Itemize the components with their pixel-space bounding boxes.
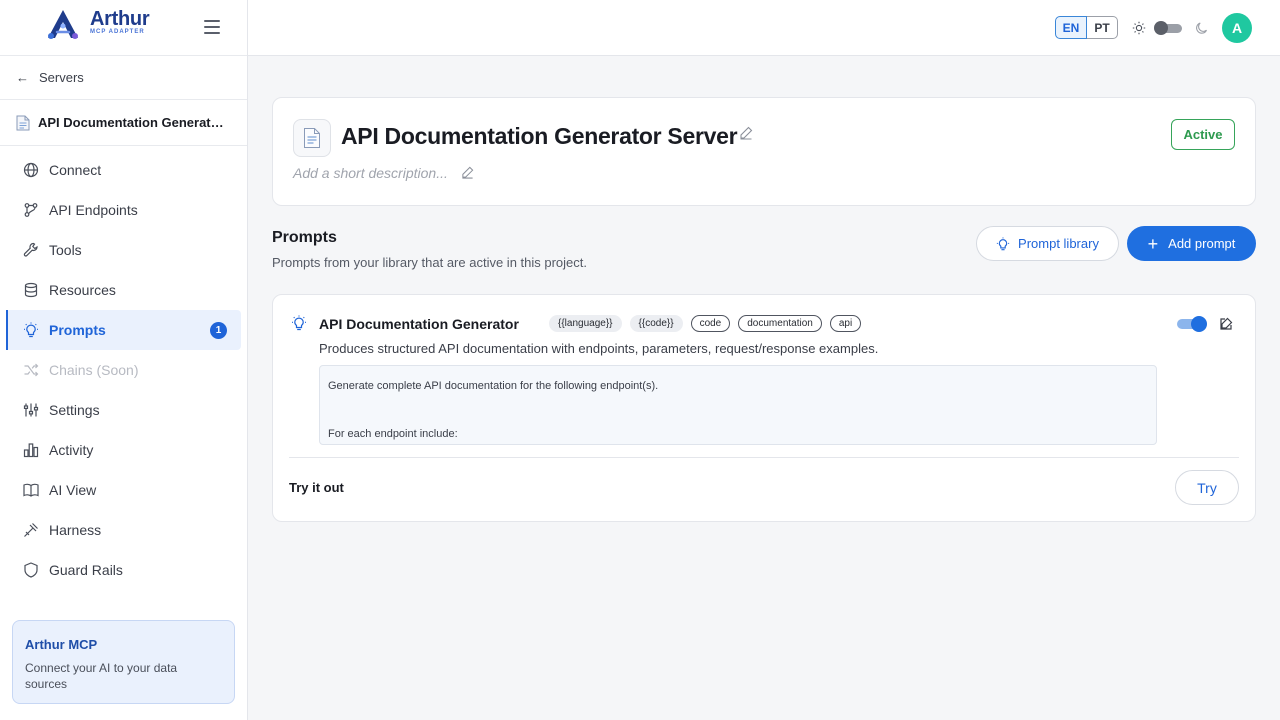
sun-icon <box>1132 21 1146 35</box>
theme-toggle[interactable] <box>1154 21 1184 35</box>
try-it-out-label: Try it out <box>289 480 344 495</box>
current-server: API Documentation Generator Server <box>0 100 247 146</box>
sidebar-item-ai-view[interactable]: AI View <box>6 470 241 510</box>
lang-pt-button[interactable]: PT <box>1087 16 1118 39</box>
prompts-section-title: Prompts <box>272 229 337 246</box>
template-line: For each endpoint include: <box>328 428 458 440</box>
server-description-input[interactable]: Add a short description... <box>293 165 448 181</box>
bulb-icon <box>22 322 39 339</box>
brand-subtitle: MCP ADAPTER <box>90 29 145 35</box>
promo-card: Arthur MCP Connect your AI to your data … <box>12 620 235 704</box>
moon-icon <box>1196 22 1207 34</box>
topbar: EN PT A <box>248 0 1280 56</box>
prompt-tags: {{language}} {{code}} code documentation… <box>549 315 862 332</box>
arthur-logo-icon[interactable] <box>44 8 82 40</box>
prompts-section-subtitle: Prompts from your library that are activ… <box>272 255 588 270</box>
server-title: API Documentation Generator Server <box>341 123 738 149</box>
prompt-toggle-knob <box>1191 316 1207 332</box>
edit-prompt-icon[interactable] <box>1219 317 1233 331</box>
globe-icon <box>22 162 39 179</box>
user-avatar[interactable]: A <box>1222 13 1252 43</box>
divider <box>289 457 1239 458</box>
sidebar-item-label: Connect <box>49 162 102 178</box>
arrow-left-icon: ← <box>16 70 29 85</box>
sidebar-item-label: Prompts <box>49 322 106 338</box>
sidebar-nav: Connect API Endpoints Tools Resources Pr… <box>0 146 247 590</box>
sidebar: Arthur MCP ADAPTER ← Servers API Documen… <box>0 0 248 720</box>
document-icon <box>16 115 30 130</box>
template-line: Generate complete API documentation for … <box>328 380 659 392</box>
prompt-description: Produces structured API documentation wi… <box>319 341 879 356</box>
add-prompt-label: Add prompt <box>1168 236 1236 251</box>
edit-title-icon[interactable] <box>739 126 753 140</box>
prompt-enabled-toggle[interactable] <box>1175 316 1207 332</box>
sidebar-item-guard-rails[interactable]: Guard Rails <box>6 550 241 590</box>
prompt-template-preview[interactable]: Generate complete API documentation for … <box>319 365 1157 445</box>
sidebar-item-label: Harness <box>49 522 102 538</box>
variable-tag: {{language}} <box>549 315 622 332</box>
status-badge: Active <box>1171 119 1235 150</box>
plus-icon: + <box>1147 233 1159 254</box>
sidebar-item-resources[interactable]: Resources <box>6 270 241 310</box>
sidebar-item-harness[interactable]: Harness <box>6 510 241 550</box>
shield-icon <box>22 562 39 579</box>
sidebar-item-label: Guard Rails <box>49 562 123 578</box>
server-header-card: API Documentation Generator Server Add a… <box>272 97 1256 206</box>
bulb-icon <box>292 315 306 331</box>
back-label: Servers <box>39 70 84 85</box>
bulb-icon <box>996 236 1010 250</box>
sidebar-item-prompts[interactable]: Prompts 1 <box>6 310 241 350</box>
sidebar-item-settings[interactable]: Settings <box>6 390 241 430</box>
shuffle-icon <box>22 362 39 379</box>
sidebar-item-tools[interactable]: Tools <box>6 230 241 270</box>
sidebar-item-label: Activity <box>49 442 94 458</box>
keyword-tag: documentation <box>738 315 822 332</box>
prompt-card: API Documentation Generator {{language}}… <box>272 294 1256 522</box>
language-switcher: EN PT <box>1055 16 1118 39</box>
hamburger-menu-icon[interactable] <box>204 20 220 34</box>
theme-toggle-knob <box>1154 21 1168 35</box>
sliders-icon <box>22 402 39 419</box>
prompt-library-label: Prompt library <box>1018 236 1099 251</box>
sidebar-item-label: API Endpoints <box>49 202 138 218</box>
edit-description-icon[interactable] <box>461 166 474 179</box>
sidebar-item-label: Chains (Soon) <box>49 362 139 378</box>
sidebar-item-activity[interactable]: Activity <box>6 430 241 470</box>
add-prompt-button[interactable]: + Add prompt <box>1127 226 1256 261</box>
book-icon <box>22 482 39 499</box>
promo-text: Connect your AI to your data sources <box>25 661 178 691</box>
prompt-library-button[interactable]: Prompt library <box>976 226 1119 261</box>
sidebar-item-label: Settings <box>49 402 100 418</box>
prompts-count-badge: 1 <box>210 322 227 339</box>
bar-chart-icon <box>22 442 39 459</box>
keyword-tag: code <box>690 315 731 332</box>
sidebar-item-label: AI View <box>49 482 97 498</box>
database-icon <box>22 282 39 299</box>
server-document-icon <box>293 119 331 157</box>
lang-en-button[interactable]: EN <box>1055 16 1087 39</box>
promo-title: Arthur MCP <box>25 637 98 652</box>
sidebar-item-label: Tools <box>49 242 82 258</box>
brand-header: Arthur MCP ADAPTER <box>0 0 247 56</box>
variable-tag: {{code}} <box>629 315 683 332</box>
prompt-title: API Documentation Generator <box>319 316 519 332</box>
back-to-servers-link[interactable]: ← Servers <box>0 56 247 100</box>
wrench-icon <box>22 242 39 259</box>
sidebar-item-chains: Chains (Soon) <box>6 350 241 390</box>
sidebar-item-api-endpoints[interactable]: API Endpoints <box>6 190 241 230</box>
sidebar-item-connect[interactable]: Connect <box>6 150 241 190</box>
current-server-name: API Documentation Generator Server <box>38 115 230 130</box>
keyword-tag: api <box>829 315 862 332</box>
harness-icon <box>22 522 39 539</box>
sidebar-item-label: Resources <box>49 282 116 298</box>
brand-name: Arthur <box>90 8 150 30</box>
endpoints-icon <box>22 202 39 219</box>
try-button[interactable]: Try <box>1175 470 1239 505</box>
